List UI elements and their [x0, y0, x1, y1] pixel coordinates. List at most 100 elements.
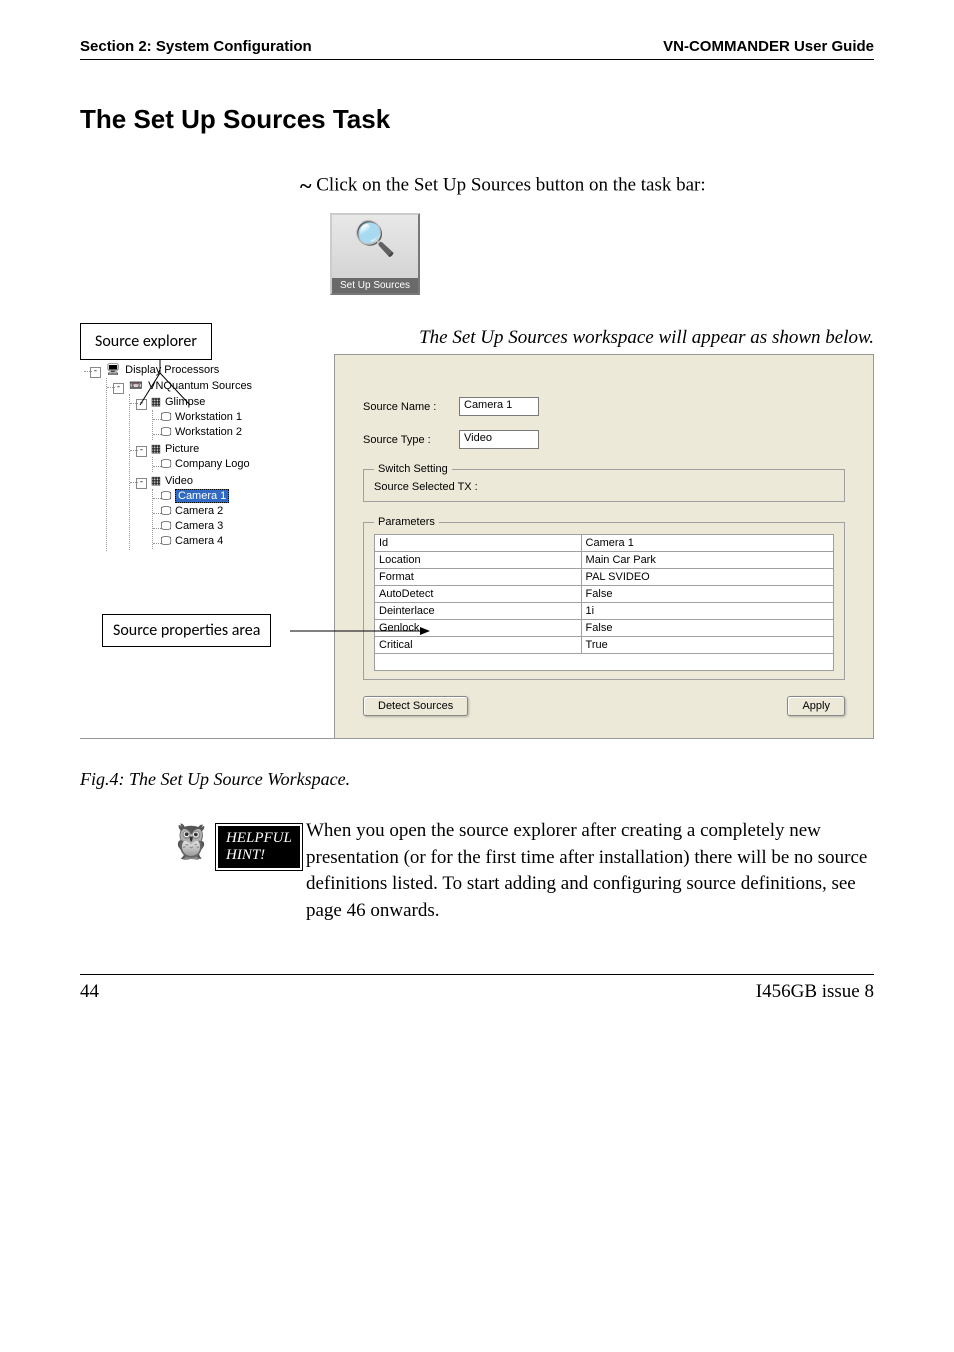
tree-group-label: Video — [165, 475, 193, 487]
tree-group[interactable]: -▦Glimpse🖵Workstation 1🖵Workstation 2 — [132, 394, 328, 441]
tree-item-label: Company Logo — [175, 458, 250, 470]
detect-sources-button[interactable]: Detect Sources — [363, 696, 468, 716]
screenshot-set-up-sources: Set Up Sourc - 🖥 Display Processors - 📼 … — [80, 354, 874, 739]
table-row[interactable]: FormatPAL SVIDEO — [375, 569, 834, 586]
running-head-left: Section 2: System Configuration — [80, 38, 312, 55]
table-cell[interactable]: AutoDetect — [375, 586, 582, 603]
table-cell[interactable]: 1i — [581, 603, 833, 620]
set-up-sources-button[interactable]: 🔍 Set Up Sources — [330, 213, 420, 295]
workspace-appear-caption: The Set Up Sources workspace will appear… — [242, 327, 874, 349]
tree-item-label: Workstation 1 — [175, 411, 242, 423]
table-cell[interactable]: PAL SVIDEO — [581, 569, 833, 586]
page-number: 44 — [80, 981, 99, 1003]
table-row[interactable]: GenlockFalse — [375, 620, 834, 637]
table-cell[interactable]: Id — [375, 535, 582, 552]
tree-item[interactable]: 🖵Company Logo — [155, 457, 328, 472]
table-cell[interactable]: True — [581, 637, 833, 654]
tree-group[interactable]: -▦Video🖵Camera 1🖵Camera 2🖵Camera 3🖵Camer… — [132, 473, 328, 550]
folder-icon: ▦ — [149, 442, 163, 455]
figure-caption: Fig.4: The Set Up Source Workspace. — [80, 769, 874, 790]
source-explorer-pane: Set Up Sourc - 🖥 Display Processors - 📼 … — [80, 354, 335, 739]
table-empty-area — [375, 654, 834, 671]
expand-icon[interactable]: - — [136, 478, 147, 489]
helpful-hint-badge: 🦉 HELPFUL HINT! — [170, 818, 290, 878]
hint-tag: HELPFUL HINT! — [216, 824, 302, 870]
source-type-label: Source Type : — [363, 434, 459, 446]
tree-root[interactable]: - 🖥 Display Processors - 📼 VNQuantum Sou… — [86, 362, 328, 552]
tree-group[interactable]: -▦Picture 🖵Company Logo — [132, 441, 328, 473]
tree-item[interactable]: 🖵Camera 3 — [155, 519, 328, 534]
table-row[interactable]: LocationMain Car Park — [375, 552, 834, 569]
sources-icon: 📼 — [129, 379, 143, 392]
switch-setting-legend: Switch Setting — [374, 463, 452, 475]
tree-sources[interactable]: - 📼 VNQuantum Sources -▦Glimpse🖵Workstat… — [109, 378, 328, 551]
taskbar-button-caption: Set Up Sources — [332, 278, 418, 293]
tree-item[interactable]: 🖵Camera 1 — [155, 489, 328, 504]
table-cell[interactable]: Critical — [375, 637, 582, 654]
expand-icon[interactable]: - — [136, 399, 147, 410]
owl-icon: 🦉 — [170, 822, 212, 862]
folder-icon: ▦ — [149, 474, 163, 487]
monitor-icon: 🖵 — [159, 458, 173, 471]
expand-icon[interactable]: - — [113, 383, 124, 394]
hint-line2: HINT! — [226, 847, 265, 863]
tree-sources-label: VNQuantum Sources — [148, 380, 252, 392]
table-cell[interactable]: Genlock — [375, 620, 582, 637]
monitor-icon: 🖵 — [159, 520, 173, 533]
callout-source-properties: Source properties area — [102, 614, 271, 647]
tree-group-label: Glimpse — [165, 396, 205, 408]
laptop-magnifier-icon: 🔍 — [332, 215, 418, 265]
monitor-icon: 🖵 — [159, 426, 173, 439]
tree-group-label: Picture — [165, 443, 199, 455]
processors-icon: 🖥 — [106, 363, 120, 376]
page-title: The Set Up Sources Task — [80, 104, 874, 135]
source-name-label: Source Name : — [363, 401, 459, 413]
issue-code: I456GB issue 8 — [756, 981, 874, 1003]
table-cell[interactable]: Format — [375, 569, 582, 586]
monitor-icon: 🖵 — [159, 505, 173, 518]
table-cell[interactable]: Camera 1 — [581, 535, 833, 552]
tree-item-label: Camera 2 — [175, 505, 223, 517]
callout-source-explorer: Source explorer — [80, 323, 212, 360]
source-type-input[interactable]: Video — [459, 430, 539, 449]
table-cell[interactable]: Location — [375, 552, 582, 569]
source-name-input[interactable]: Camera 1 — [459, 397, 539, 416]
apply-button[interactable]: Apply — [787, 696, 845, 716]
step-instruction: ~ Click on the Set Up Sources button on … — [300, 173, 874, 199]
tree-item[interactable]: 🖵Workstation 1 — [155, 410, 328, 425]
table-cell[interactable]: False — [581, 586, 833, 603]
parameters-group: Parameters IdCamera 1LocationMain Car Pa… — [363, 516, 845, 680]
hint-line1: HELPFUL — [226, 830, 292, 846]
tree-item[interactable]: 🖵Camera 2 — [155, 504, 328, 519]
tilde-bullet: ~ — [300, 173, 311, 198]
table-row[interactable]: CriticalTrue — [375, 637, 834, 654]
table-row[interactable]: IdCamera 1 — [375, 535, 834, 552]
table-row[interactable]: AutoDetectFalse — [375, 586, 834, 603]
source-tree[interactable]: - 🖥 Display Processors - 📼 VNQuantum Sou… — [86, 362, 328, 552]
table-cell[interactable]: Main Car Park — [581, 552, 833, 569]
running-head-right: VN-COMMANDER User Guide — [663, 38, 874, 55]
monitor-icon: 🖵 — [159, 535, 173, 548]
parameters-table[interactable]: IdCamera 1LocationMain Car ParkFormatPAL… — [374, 534, 834, 671]
switch-setting-group: Switch Setting Source Selected TX : — [363, 463, 845, 502]
hint-paragraph: When you open the source explorer after … — [306, 818, 874, 924]
tree-root-label: Display Processors — [125, 364, 219, 376]
table-row[interactable]: Deinterlace1i — [375, 603, 834, 620]
step-text: Click on the Set Up Sources button on th… — [316, 174, 705, 195]
folder-icon: ▦ — [149, 395, 163, 408]
tree-item[interactable]: 🖵Workstation 2 — [155, 425, 328, 440]
tree-item-label: Workstation 2 — [175, 426, 242, 438]
table-cell[interactable]: False — [581, 620, 833, 637]
monitor-icon: 🖵 — [159, 490, 173, 503]
parameters-legend: Parameters — [374, 516, 439, 528]
monitor-icon: 🖵 — [159, 411, 173, 424]
tree-item-label: Camera 3 — [175, 520, 223, 532]
expand-icon[interactable]: - — [90, 367, 101, 378]
source-selected-tx-label: Source Selected TX : — [374, 481, 478, 493]
source-properties-pane: Source Name : Camera 1 Source Type : Vid… — [335, 354, 874, 739]
expand-icon[interactable]: - — [136, 446, 147, 457]
tree-item[interactable]: 🖵Camera 4 — [155, 534, 328, 549]
tree-item-label: Camera 1 — [175, 489, 229, 503]
table-cell[interactable]: Deinterlace — [375, 603, 582, 620]
tree-item-label: Camera 4 — [175, 535, 223, 547]
